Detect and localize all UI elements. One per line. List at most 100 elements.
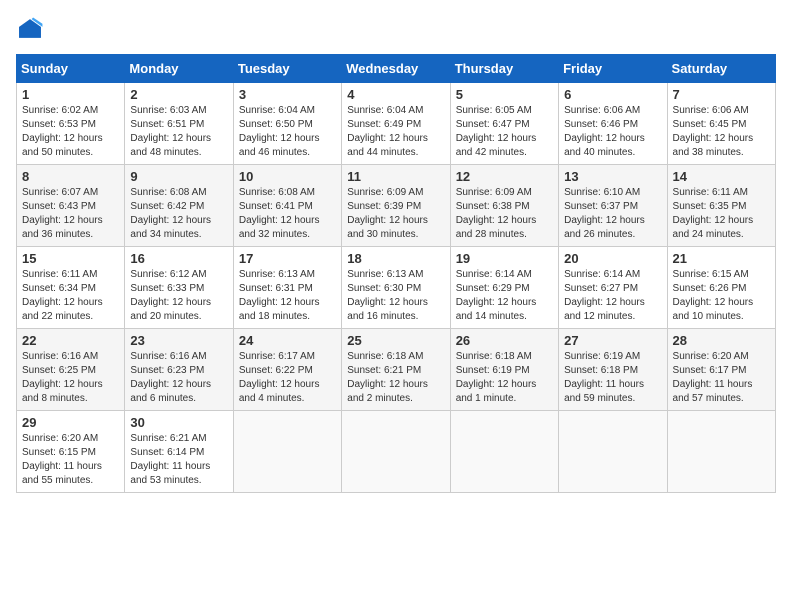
day-number: 6	[564, 87, 661, 102]
day-info: Sunrise: 6:17 AMSunset: 6:22 PMDaylight:…	[239, 351, 320, 404]
day-info: Sunrise: 6:14 AMSunset: 6:27 PMDaylight:…	[564, 269, 645, 322]
day-number: 21	[673, 251, 770, 266]
day-number: 20	[564, 251, 661, 266]
col-header-tuesday: Tuesday	[233, 55, 341, 83]
day-number: 10	[239, 169, 336, 184]
day-number: 24	[239, 333, 336, 348]
day-number: 25	[347, 333, 444, 348]
day-number: 13	[564, 169, 661, 184]
day-info: Sunrise: 6:09 AMSunset: 6:39 PMDaylight:…	[347, 187, 428, 240]
day-info: Sunrise: 6:19 AMSunset: 6:18 PMDaylight:…	[564, 351, 644, 404]
day-number: 28	[673, 333, 770, 348]
calendar-cell: 27 Sunrise: 6:19 AMSunset: 6:18 PMDaylig…	[559, 329, 667, 411]
day-number: 11	[347, 169, 444, 184]
calendar-cell	[559, 411, 667, 493]
day-number: 16	[130, 251, 227, 266]
col-header-friday: Friday	[559, 55, 667, 83]
day-number: 4	[347, 87, 444, 102]
calendar-cell: 15 Sunrise: 6:11 AMSunset: 6:34 PMDaylig…	[17, 247, 125, 329]
calendar-cell: 21 Sunrise: 6:15 AMSunset: 6:26 PMDaylig…	[667, 247, 775, 329]
day-info: Sunrise: 6:13 AMSunset: 6:30 PMDaylight:…	[347, 269, 428, 322]
calendar-week-3: 15 Sunrise: 6:11 AMSunset: 6:34 PMDaylig…	[17, 247, 776, 329]
day-info: Sunrise: 6:06 AMSunset: 6:46 PMDaylight:…	[564, 105, 645, 158]
day-number: 9	[130, 169, 227, 184]
calendar-week-4: 22 Sunrise: 6:16 AMSunset: 6:25 PMDaylig…	[17, 329, 776, 411]
calendar-week-5: 29 Sunrise: 6:20 AMSunset: 6:15 PMDaylig…	[17, 411, 776, 493]
day-info: Sunrise: 6:21 AMSunset: 6:14 PMDaylight:…	[130, 433, 210, 486]
day-info: Sunrise: 6:20 AMSunset: 6:15 PMDaylight:…	[22, 433, 102, 486]
col-header-wednesday: Wednesday	[342, 55, 450, 83]
day-info: Sunrise: 6:16 AMSunset: 6:25 PMDaylight:…	[22, 351, 103, 404]
calendar-cell: 17 Sunrise: 6:13 AMSunset: 6:31 PMDaylig…	[233, 247, 341, 329]
logo-icon	[16, 16, 44, 44]
col-header-sunday: Sunday	[17, 55, 125, 83]
day-info: Sunrise: 6:09 AMSunset: 6:38 PMDaylight:…	[456, 187, 537, 240]
day-number: 8	[22, 169, 119, 184]
calendar-cell: 24 Sunrise: 6:17 AMSunset: 6:22 PMDaylig…	[233, 329, 341, 411]
day-info: Sunrise: 6:10 AMSunset: 6:37 PMDaylight:…	[564, 187, 645, 240]
day-info: Sunrise: 6:08 AMSunset: 6:42 PMDaylight:…	[130, 187, 211, 240]
day-info: Sunrise: 6:12 AMSunset: 6:33 PMDaylight:…	[130, 269, 211, 322]
calendar-cell: 28 Sunrise: 6:20 AMSunset: 6:17 PMDaylig…	[667, 329, 775, 411]
day-info: Sunrise: 6:08 AMSunset: 6:41 PMDaylight:…	[239, 187, 320, 240]
day-number: 19	[456, 251, 553, 266]
calendar-cell: 20 Sunrise: 6:14 AMSunset: 6:27 PMDaylig…	[559, 247, 667, 329]
day-info: Sunrise: 6:20 AMSunset: 6:17 PMDaylight:…	[673, 351, 753, 404]
calendar-week-1: 1 Sunrise: 6:02 AMSunset: 6:53 PMDayligh…	[17, 83, 776, 165]
calendar-cell: 25 Sunrise: 6:18 AMSunset: 6:21 PMDaylig…	[342, 329, 450, 411]
day-number: 27	[564, 333, 661, 348]
calendar-cell: 2 Sunrise: 6:03 AMSunset: 6:51 PMDayligh…	[125, 83, 233, 165]
day-number: 7	[673, 87, 770, 102]
day-number: 18	[347, 251, 444, 266]
day-info: Sunrise: 6:02 AMSunset: 6:53 PMDaylight:…	[22, 105, 103, 158]
calendar-cell: 18 Sunrise: 6:13 AMSunset: 6:30 PMDaylig…	[342, 247, 450, 329]
day-number: 1	[22, 87, 119, 102]
calendar-cell: 23 Sunrise: 6:16 AMSunset: 6:23 PMDaylig…	[125, 329, 233, 411]
calendar-cell: 3 Sunrise: 6:04 AMSunset: 6:50 PMDayligh…	[233, 83, 341, 165]
calendar-cell: 19 Sunrise: 6:14 AMSunset: 6:29 PMDaylig…	[450, 247, 558, 329]
calendar-cell: 22 Sunrise: 6:16 AMSunset: 6:25 PMDaylig…	[17, 329, 125, 411]
page-header	[16, 16, 776, 44]
day-info: Sunrise: 6:11 AMSunset: 6:35 PMDaylight:…	[673, 187, 754, 240]
col-header-thursday: Thursday	[450, 55, 558, 83]
day-number: 17	[239, 251, 336, 266]
calendar-cell: 13 Sunrise: 6:10 AMSunset: 6:37 PMDaylig…	[559, 165, 667, 247]
day-number: 5	[456, 87, 553, 102]
day-number: 15	[22, 251, 119, 266]
calendar-cell: 16 Sunrise: 6:12 AMSunset: 6:33 PMDaylig…	[125, 247, 233, 329]
day-number: 14	[673, 169, 770, 184]
calendar-cell	[342, 411, 450, 493]
day-info: Sunrise: 6:15 AMSunset: 6:26 PMDaylight:…	[673, 269, 754, 322]
calendar-cell: 1 Sunrise: 6:02 AMSunset: 6:53 PMDayligh…	[17, 83, 125, 165]
calendar-cell: 10 Sunrise: 6:08 AMSunset: 6:41 PMDaylig…	[233, 165, 341, 247]
day-number: 2	[130, 87, 227, 102]
day-number: 12	[456, 169, 553, 184]
day-info: Sunrise: 6:04 AMSunset: 6:50 PMDaylight:…	[239, 105, 320, 158]
col-header-monday: Monday	[125, 55, 233, 83]
day-info: Sunrise: 6:13 AMSunset: 6:31 PMDaylight:…	[239, 269, 320, 322]
logo	[16, 16, 46, 44]
calendar-week-2: 8 Sunrise: 6:07 AMSunset: 6:43 PMDayligh…	[17, 165, 776, 247]
calendar-cell: 8 Sunrise: 6:07 AMSunset: 6:43 PMDayligh…	[17, 165, 125, 247]
day-info: Sunrise: 6:16 AMSunset: 6:23 PMDaylight:…	[130, 351, 211, 404]
calendar-cell	[450, 411, 558, 493]
col-header-saturday: Saturday	[667, 55, 775, 83]
calendar-cell: 30 Sunrise: 6:21 AMSunset: 6:14 PMDaylig…	[125, 411, 233, 493]
calendar-cell: 6 Sunrise: 6:06 AMSunset: 6:46 PMDayligh…	[559, 83, 667, 165]
calendar-cell: 14 Sunrise: 6:11 AMSunset: 6:35 PMDaylig…	[667, 165, 775, 247]
calendar-cell: 9 Sunrise: 6:08 AMSunset: 6:42 PMDayligh…	[125, 165, 233, 247]
day-number: 30	[130, 415, 227, 430]
calendar-cell: 29 Sunrise: 6:20 AMSunset: 6:15 PMDaylig…	[17, 411, 125, 493]
calendar-cell: 11 Sunrise: 6:09 AMSunset: 6:39 PMDaylig…	[342, 165, 450, 247]
day-info: Sunrise: 6:07 AMSunset: 6:43 PMDaylight:…	[22, 187, 103, 240]
calendar-cell	[233, 411, 341, 493]
day-number: 26	[456, 333, 553, 348]
calendar-cell: 7 Sunrise: 6:06 AMSunset: 6:45 PMDayligh…	[667, 83, 775, 165]
day-info: Sunrise: 6:04 AMSunset: 6:49 PMDaylight:…	[347, 105, 428, 158]
day-info: Sunrise: 6:05 AMSunset: 6:47 PMDaylight:…	[456, 105, 537, 158]
day-info: Sunrise: 6:14 AMSunset: 6:29 PMDaylight:…	[456, 269, 537, 322]
day-info: Sunrise: 6:11 AMSunset: 6:34 PMDaylight:…	[22, 269, 103, 322]
day-info: Sunrise: 6:03 AMSunset: 6:51 PMDaylight:…	[130, 105, 211, 158]
day-number: 23	[130, 333, 227, 348]
calendar-cell: 4 Sunrise: 6:04 AMSunset: 6:49 PMDayligh…	[342, 83, 450, 165]
